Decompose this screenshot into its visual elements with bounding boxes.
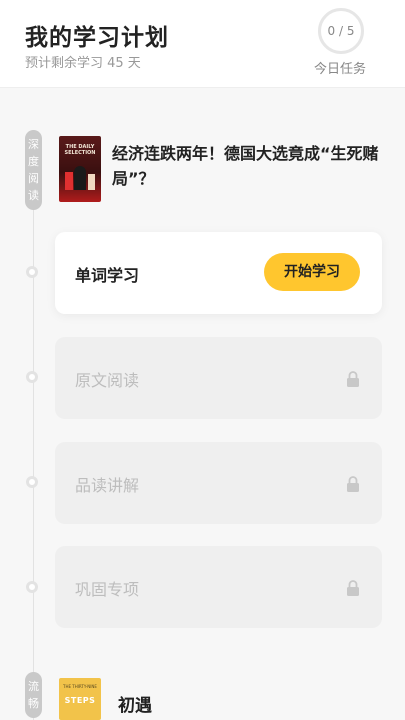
step-label: 品读讲解 xyxy=(75,476,140,495)
cover-figure xyxy=(88,174,95,190)
step-card-original-reading[interactable]: 原文阅读 xyxy=(55,337,382,419)
start-study-button[interactable]: 开始学习 xyxy=(264,253,360,291)
cover-figure xyxy=(74,166,86,190)
tag-char: 流 xyxy=(28,680,39,693)
tag-char: 读 xyxy=(28,189,39,202)
lock-icon xyxy=(347,580,359,596)
timeline-node xyxy=(26,266,38,278)
article-cover-image[interactable]: THE DAILY SELECTION xyxy=(59,136,101,202)
timeline-node xyxy=(26,581,38,593)
tag-char: 畅 xyxy=(28,697,39,710)
cover-text: THE THIRTY-NINE xyxy=(63,684,97,689)
step-card-interpretation[interactable]: 品读讲解 xyxy=(55,442,382,524)
step-label: 巩固专项 xyxy=(75,580,140,599)
section-tag-deep-reading: 深 度 阅 读 xyxy=(25,130,42,210)
cover-text: STEPS xyxy=(64,696,96,705)
tag-char: 阅 xyxy=(28,172,39,185)
chapter-title[interactable]: 初遇 xyxy=(118,691,152,716)
today-task-progress-ring[interactable]: 0 / 5 xyxy=(318,8,364,54)
article-title[interactable]: 经济连跌两年！德国大选竟成“生死赌局”？ xyxy=(112,141,382,191)
step-card-word-study[interactable]: 单词学习 开始学习 xyxy=(55,232,382,314)
tag-char: 深 xyxy=(28,138,39,151)
remaining-days-text: 预计剩余学习 45 天 xyxy=(25,56,141,71)
tag-char: 度 xyxy=(28,155,39,168)
today-task-label[interactable]: 今日任务 xyxy=(310,58,370,77)
page-header: 我的学习计划 预计剩余学习 45 天 0 / 5 今日任务 xyxy=(0,0,405,88)
cover-figure xyxy=(65,172,73,190)
timeline-node xyxy=(26,476,38,488)
task-progress-text: 0 / 5 xyxy=(327,24,355,38)
timeline-node xyxy=(26,371,38,383)
lock-icon xyxy=(347,476,359,492)
step-label: 原文阅读 xyxy=(75,371,140,390)
page-title: 我的学习计划 xyxy=(25,25,169,51)
timeline-line xyxy=(33,135,34,720)
book-cover-image[interactable]: THE THIRTY-NINE STEPS xyxy=(59,678,101,720)
lock-icon xyxy=(347,371,359,387)
cover-text: THE DAILY SELECTION xyxy=(64,144,96,156)
section-tag-fluent: 流 畅 xyxy=(25,672,42,718)
step-label: 单词学习 xyxy=(75,266,140,285)
step-card-consolidation[interactable]: 巩固专项 xyxy=(55,546,382,628)
